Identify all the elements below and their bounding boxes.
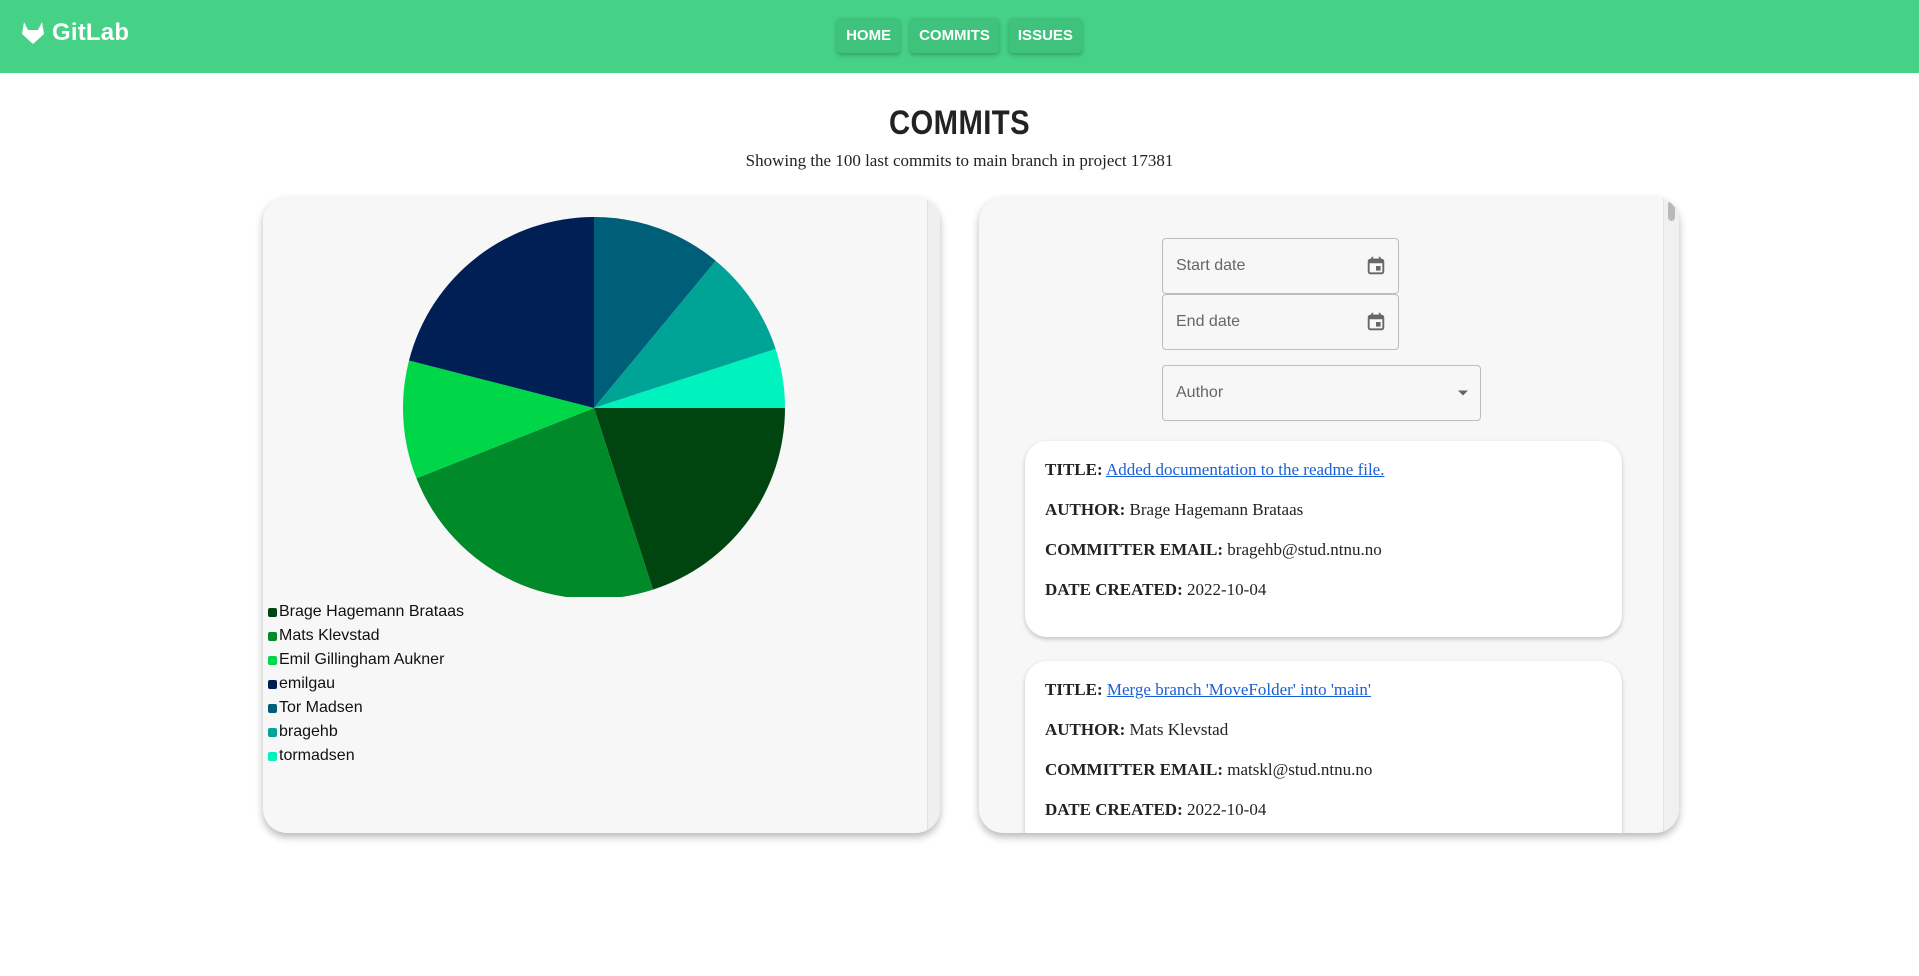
commit-author-key: AUTHOR: [1045, 500, 1126, 519]
commit-email-value: bragehb@stud.ntnu.no [1227, 540, 1382, 559]
nav-issues-button[interactable]: ISSUES [1008, 18, 1082, 53]
chart-card-scrollbar[interactable] [927, 197, 940, 833]
calendar-icon[interactable] [1365, 255, 1387, 277]
legend-swatch [268, 655, 277, 665]
legend-swatch [268, 751, 277, 761]
commit-email-row: COMMITTER EMAIL: matskl@stud.ntnu.no [1045, 760, 1602, 800]
legend-swatch [268, 703, 277, 713]
top-bar: GitLab HOME COMMITS ISSUES [0, 0, 1919, 73]
legend-label: tormadsen [279, 747, 355, 764]
legend-item[interactable]: Brage Hagemann Brataas [268, 600, 464, 624]
commit-date-row: DATE CREATED: 2022-10-04 [1045, 800, 1602, 833]
commit-author-row: AUTHOR: Brage Hagemann Brataas [1045, 500, 1602, 540]
legend-swatch [268, 727, 277, 737]
commit-title-row: TITLE: Merge branch 'MoveFolder' into 'm… [1045, 680, 1602, 720]
chart-legend: Brage Hagemann Brataas Mats Klevstad Emil … [268, 600, 464, 768]
start-date-label: Start date [1176, 257, 1246, 274]
commit-email-value: matskl@stud.ntnu.no [1227, 760, 1373, 779]
author-select[interactable]: Author [1162, 365, 1481, 421]
legend-item[interactable]: Mats Klevstad [268, 624, 464, 648]
legend-label: Brage Hagemann Brataas [279, 603, 464, 620]
end-date-label: End date [1176, 313, 1241, 330]
legend-label: Emil Gillingham Aukner [279, 651, 445, 668]
legend-swatch [268, 679, 277, 689]
commit-list-scroll-thumb[interactable] [1668, 201, 1675, 221]
legend-label: bragehb [279, 723, 338, 740]
page-subtitle: Showing the 100 last commits to main bra… [745, 151, 1174, 170]
legend-label: emilgau [279, 675, 336, 692]
page-title: COMMITS [888, 104, 1031, 142]
legend-item[interactable]: Tor Madsen [268, 696, 464, 720]
commit-card: TITLE: Added documentation to the readme… [1025, 441, 1622, 637]
legend-item[interactable]: Emil Gillingham Aukner [268, 648, 464, 672]
commit-email-key: COMMITTER EMAIL: [1045, 540, 1224, 559]
legend-swatch [268, 631, 277, 641]
legend-label: Mats Klevstad [279, 627, 380, 644]
main-nav: HOME COMMITS ISSUES [0, 18, 1919, 53]
commit-email-key: COMMITTER EMAIL: [1045, 760, 1224, 779]
caret-down-icon[interactable] [1458, 390, 1468, 396]
commit-date-key: DATE CREATED: [1045, 800, 1183, 819]
nav-home-button[interactable]: HOME [837, 18, 901, 53]
commit-email-row: COMMITTER EMAIL: bragehb@stud.ntnu.no [1045, 540, 1602, 580]
commit-date-row: DATE CREATED: 2022-10-04 [1045, 580, 1602, 620]
legend-item[interactable]: bragehb [268, 720, 464, 744]
commits-pie-chart [403, 217, 785, 597]
nav-commits-button[interactable]: COMMITS [910, 18, 999, 53]
commit-date-value: 2022-10-04 [1187, 800, 1267, 819]
commit-author-value: Brage Hagemann Brataas [1129, 500, 1304, 519]
commits-list-card: Start date End date Author TITLE: Added … [979, 197, 1679, 833]
end-date-field[interactable]: End date [1162, 294, 1399, 350]
calendar-icon[interactable] [1365, 311, 1387, 333]
commit-title-link[interactable]: Added documentation to the readme file. [1106, 460, 1385, 479]
commit-author-key: AUTHOR: [1045, 720, 1126, 739]
commit-author-value: Mats Klevstad [1129, 720, 1229, 739]
commit-title-key: TITLE: [1045, 680, 1103, 699]
start-date-field[interactable]: Start date [1162, 238, 1399, 294]
commit-date-key: DATE CREATED: [1045, 580, 1183, 599]
commit-card: TITLE: Merge branch 'MoveFolder' into 'm… [1025, 661, 1622, 833]
commit-date-value: 2022-10-04 [1187, 580, 1267, 599]
commit-title-row: TITLE: Added documentation to the readme… [1045, 460, 1602, 500]
commits-chart-card: Brage Hagemann Brataas Mats Klevstad Emil … [263, 197, 940, 833]
legend-item[interactable]: tormadsen [268, 744, 464, 768]
commit-title-key: TITLE: [1045, 460, 1103, 479]
legend-swatch [268, 607, 277, 617]
legend-item[interactable]: emilgau [268, 672, 464, 696]
commit-list-scrollbar[interactable] [1663, 197, 1679, 833]
commit-title-link[interactable]: Merge branch 'MoveFolder' into 'main' [1107, 680, 1371, 699]
author-select-label: Author [1176, 384, 1224, 401]
commit-author-row: AUTHOR: Mats Klevstad [1045, 720, 1602, 760]
legend-label: Tor Madsen [279, 699, 363, 716]
